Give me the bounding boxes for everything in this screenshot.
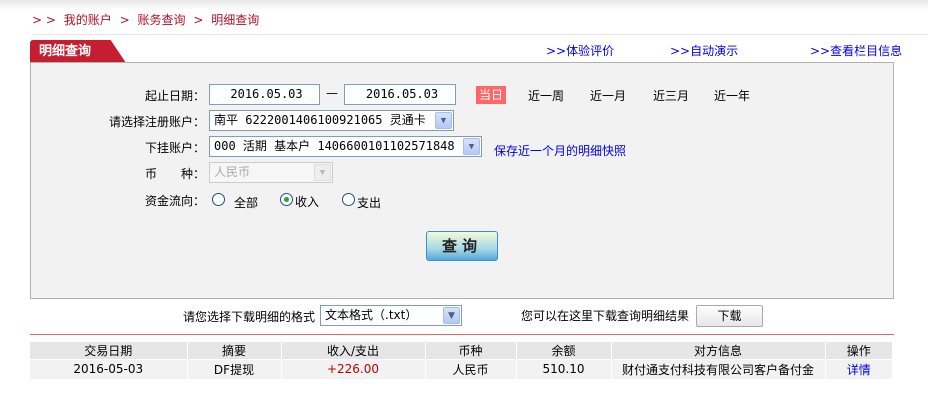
date-label: 起止日期：	[144, 89, 205, 103]
cell-action: 详情	[825, 359, 893, 379]
breadcrumb-my-account[interactable]: 我的账户	[64, 13, 112, 27]
cell-date: 2016-05-03	[30, 359, 188, 379]
col-amount: 收入/支出	[281, 342, 426, 360]
account-value: 南平 6222001406100921065 灵通卡	[214, 113, 426, 127]
breadcrumb-detail-query: 明细查询	[211, 13, 260, 27]
sub-account-select[interactable]: 000 活期 基本户 1406600101102571848 ▼	[209, 136, 482, 157]
table-header: 交易日期 摘要 收入/支出 币种 余额 对方信息 操作	[30, 342, 893, 360]
table-row: 2016-05-03 DF提现 +226.00 人民币 510.10 财付通支付…	[30, 359, 893, 379]
account-label: 请选择注册账户：	[108, 115, 205, 129]
download-format-label: 请您选择下载明细的格式	[183, 310, 316, 324]
range-month[interactable]: 近一月	[590, 87, 626, 104]
cell-amount: +226.00	[281, 359, 426, 379]
snapshot-link[interactable]: 保存近一个月的明细快照	[494, 142, 626, 159]
radio-income[interactable]	[280, 193, 293, 206]
breadcrumb-sep: >	[119, 13, 130, 27]
breadcrumb-account-query[interactable]: 账务查询	[138, 13, 186, 27]
tab-detail-query[interactable]: 明细查询	[30, 40, 126, 63]
download-button[interactable]: 下载	[696, 305, 763, 327]
date-dash: —	[326, 86, 338, 100]
range-year[interactable]: 近一年	[714, 87, 750, 104]
cell-summary: DF提现	[187, 359, 282, 379]
col-date: 交易日期	[30, 342, 188, 360]
breadcrumb-sep: > >	[32, 13, 56, 27]
col-counterparty: 对方信息	[611, 342, 826, 360]
end-date-input[interactable]: 2016.05.03	[344, 84, 456, 105]
auto-demo-link[interactable]: >>自动演示	[670, 42, 738, 59]
cell-counterparty: 财付通支付科技有限公司客户备付金	[611, 359, 826, 379]
radio-income-label[interactable]: 收入	[295, 193, 319, 210]
divider	[32, 34, 928, 35]
download-hint: 您可以在这里下载查询明细结果	[521, 309, 690, 323]
chevron-down-icon: ▼	[463, 138, 480, 155]
radio-expense[interactable]	[342, 193, 355, 206]
cell-balance: 510.10	[516, 359, 612, 379]
query-button[interactable]: 查询	[426, 231, 498, 261]
radio-expense-label[interactable]: 支出	[357, 194, 381, 211]
top-shade	[0, 0, 928, 10]
start-date-input[interactable]: 2016.05.03	[209, 84, 320, 105]
sub-account-value: 000 活期 基本户 1406600101102571848	[214, 139, 455, 153]
col-action: 操作	[825, 342, 893, 360]
chevron-down-icon: ▼	[443, 307, 460, 324]
breadcrumb: > > 我的账户 > 账务查询 > 明细查询	[32, 11, 263, 28]
chevron-down-icon: ▼	[314, 164, 331, 181]
account-select[interactable]: 南平 6222001406100921065 灵通卡 ▼	[209, 110, 454, 131]
currency-label: 币 种：	[144, 167, 205, 181]
col-balance: 余额	[516, 342, 612, 360]
detail-link[interactable]: 详情	[847, 363, 871, 377]
col-summary: 摘要	[187, 342, 282, 360]
feedback-link[interactable]: >>体验评价	[546, 42, 614, 59]
radio-all-label[interactable]: 全部	[234, 194, 258, 211]
download-format-value: 文本格式（.txt）	[325, 308, 418, 322]
sub-account-label: 下挂账户：	[144, 141, 205, 155]
range-3months[interactable]: 近三月	[653, 87, 689, 104]
radio-all[interactable]	[212, 193, 225, 206]
currency-select: 人民币 ▼	[209, 162, 333, 183]
currency-value: 人民币	[214, 165, 251, 179]
cell-currency: 人民币	[425, 359, 517, 379]
detail-table: 交易日期 摘要 收入/支出 币种 余额 对方信息 操作 2016-05-03 D…	[30, 342, 893, 379]
col-currency: 币种	[425, 342, 517, 360]
range-today[interactable]: 当日	[476, 86, 506, 104]
breadcrumb-sep: >	[193, 13, 204, 27]
chevron-down-icon: ▼	[435, 112, 452, 129]
column-info-link[interactable]: >>查看栏目信息	[810, 42, 902, 59]
range-week[interactable]: 近一周	[528, 87, 564, 104]
direction-label: 资金流向：	[144, 194, 205, 208]
download-format-select[interactable]: 文本格式（.txt） ▼	[320, 305, 462, 326]
divider	[30, 334, 894, 335]
